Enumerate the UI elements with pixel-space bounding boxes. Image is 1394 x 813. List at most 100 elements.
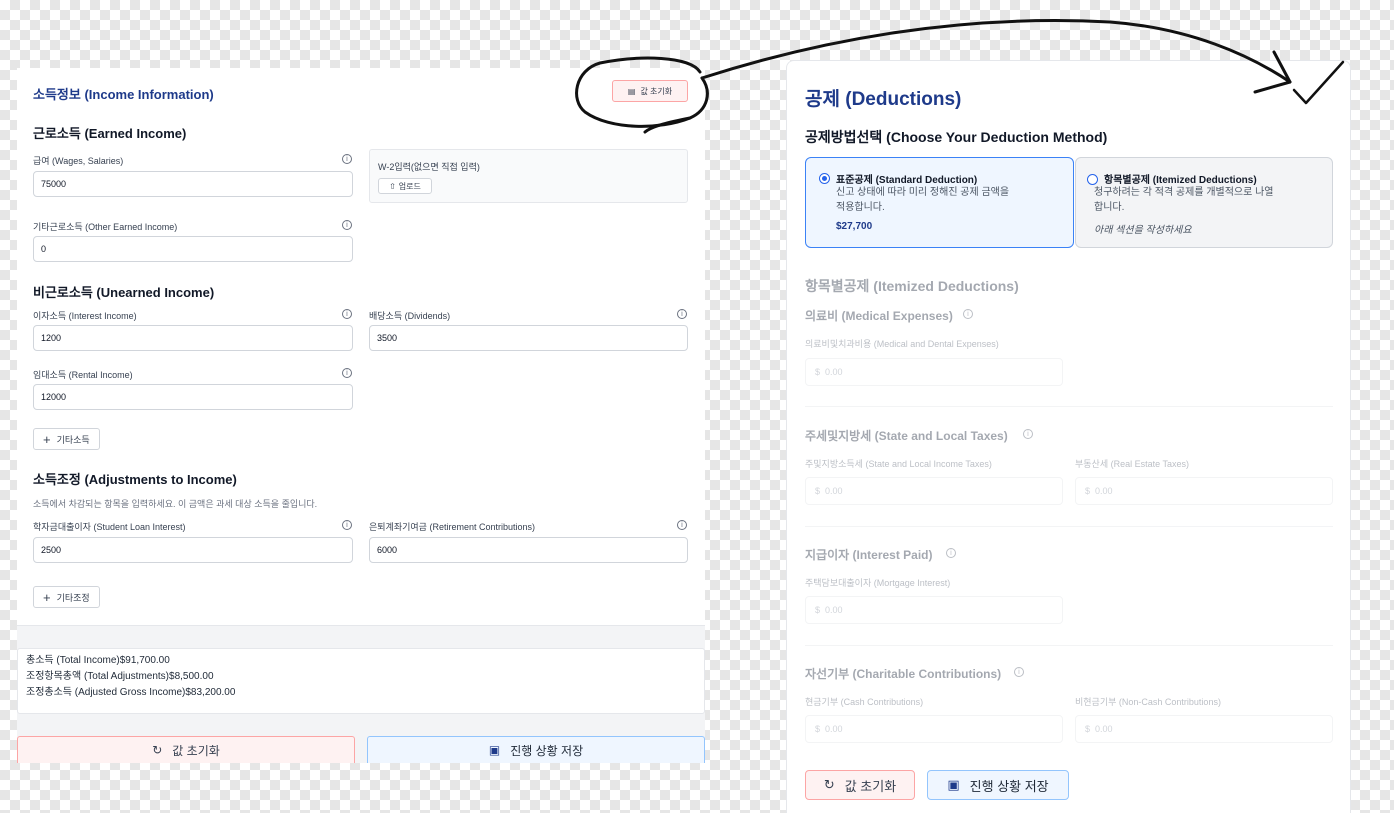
itemized-note: 아래 섹션을 작성하세요 (1094, 225, 1192, 236)
noncash-contributions-input[interactable]: $ 0.00 (1075, 715, 1333, 743)
deductions-save-button[interactable]: ▣ 진행 상황 저장 (927, 770, 1069, 800)
deductions-save-label: 진행 상황 저장 (969, 778, 1049, 794)
mortgage-interest-input[interactable]: $ 0.00 (805, 596, 1063, 624)
other-earned-label: 기타근로소득 (Other Earned Income) (33, 222, 178, 232)
income-card: 소득정보 (Income Information) ▤ 값 초기화 근로소득 (… (17, 68, 705, 626)
interest-label: 이자소득 (Interest Income) (33, 311, 137, 321)
info-icon[interactable]: i (1023, 429, 1033, 439)
retirement-input[interactable]: 6000 (369, 537, 688, 563)
income-section-title: 소득정보 (Income Information) (33, 87, 214, 102)
itemized-deduction-option[interactable]: 항목별공제 (Itemized Deductions) 청구하려는 각 적격 공… (1075, 157, 1333, 248)
w2-label: W-2입력(없으면 직접 입력) (378, 162, 480, 172)
currency-symbol: $ (815, 724, 821, 734)
unearned-income-title: 비근로소득 (Unearned Income) (33, 285, 215, 300)
deductions-reset-label: 값 초기화 (844, 778, 897, 794)
input-placeholder: 0.00 (825, 605, 843, 615)
real-estate-tax-label: 부동산세 (Real Estate Taxes) (1075, 459, 1189, 469)
student-loan-input[interactable]: 2500 (33, 537, 353, 563)
adjustments-description: 소득에서 차감되는 항목을 입력하세요. 이 금액은 과세 대상 소득을 줄입니… (33, 499, 318, 509)
info-icon[interactable]: i (946, 548, 956, 558)
income-panel: 소득정보 (Income Information) ▤ 값 초기화 근로소득 (… (17, 68, 705, 763)
rental-input[interactable]: 12000 (33, 384, 353, 410)
dividends-label: 배당소득 (Dividends) (369, 311, 451, 321)
reset-icon: ↻ (152, 743, 163, 757)
input-placeholder: 0.00 (1095, 486, 1113, 496)
medical-input[interactable]: $ 0.00 (805, 358, 1063, 386)
state-income-tax-label: 주및지방소득세 (State and Local Income Taxes) (805, 459, 992, 469)
deductions-panel: 공제 (Deductions) 공제방법선택 (Choose Your Dedu… (786, 60, 1351, 813)
income-summary: 총소득 (Total Income)$91,700.00 조정항목총액 (Tot… (17, 648, 705, 714)
info-icon[interactable]: i (677, 520, 687, 530)
save-progress-label: 진행 상황 저장 (510, 743, 584, 758)
student-loan-label: 학자금대출이자 (Student Loan Interest) (33, 522, 186, 532)
info-icon[interactable]: i (963, 309, 973, 319)
itemized-radio[interactable] (1087, 174, 1098, 185)
input-placeholder: 0.00 (825, 724, 843, 734)
interest-paid-title: 지급이자 (Interest Paid) (805, 548, 933, 562)
state-income-tax-input[interactable]: $ 0.00 (805, 477, 1063, 505)
standard-desc-line: 적용합니다. (836, 202, 885, 213)
standard-amount: $27,700 (836, 221, 873, 232)
reset-small-button[interactable]: ▤ 값 초기화 (612, 80, 688, 102)
deduction-method-title: 공제방법선택 (Choose Your Deduction Method) (805, 129, 1108, 145)
earned-income-title: 근로소득 (Earned Income) (33, 126, 187, 141)
reset-icon: ↻ (823, 777, 835, 793)
reset-label: 값 초기화 (172, 743, 220, 758)
deductions-reset-button[interactable]: ↻ 값 초기화 (805, 770, 915, 800)
info-icon[interactable]: i (677, 309, 687, 319)
standard-radio[interactable] (819, 173, 830, 184)
save-icon: ▣ (488, 743, 501, 757)
currency-symbol: $ (1085, 486, 1091, 496)
total-adjustments: 조정항목총액 (Total Adjustments)$8,500.00 (26, 671, 214, 682)
reset-button[interactable]: ↻ 값 초기화 (17, 736, 355, 763)
info-icon[interactable]: i (342, 309, 352, 319)
info-icon[interactable]: i (342, 220, 352, 230)
noncash-contributions-label: 비현금기부 (Non-Cash Contributions) (1075, 697, 1221, 707)
itemized-description: 청구하려는 각 적격 공제를 개별적으로 나열 합니다. (1094, 185, 1274, 215)
input-placeholder: 0.00 (825, 486, 843, 496)
adjusted-gross-income: 조정총소득 (Adjusted Gross Income)$83,200.00 (26, 687, 236, 698)
itemized-desc-line: 합니다. (1094, 202, 1125, 213)
plus-icon: + (43, 589, 51, 605)
info-icon[interactable]: i (1014, 667, 1024, 677)
add-other-income-label: 기타소득 (56, 434, 90, 445)
cash-contributions-label: 현금기부 (Cash Contributions) (805, 697, 924, 707)
document-icon: ▤ (627, 86, 636, 96)
save-progress-button[interactable]: ▣ 진행 상황 저장 (367, 736, 705, 763)
standard-description: 신고 상태에 따라 미리 정해진 공제 금액을 적용합니다. (836, 185, 1009, 215)
retirement-label: 은퇴계좌기여금 (Retirement Contributions) (369, 522, 535, 532)
standard-deduction-option[interactable]: 표준공제 (Standard Deduction) 신고 상태에 따라 미리 정… (805, 157, 1074, 248)
real-estate-tax-input[interactable]: $ 0.00 (1075, 477, 1333, 505)
itemized-desc-line: 청구하려는 각 적격 공제를 개별적으로 나열 (1094, 187, 1274, 198)
add-other-income-button[interactable]: + 기타소득 (33, 428, 100, 450)
itemized-section-title: 항목별공제 (Itemized Deductions) (805, 278, 1019, 294)
interest-input[interactable]: 1200 (33, 325, 353, 351)
dividends-input[interactable]: 3500 (369, 325, 688, 351)
itemized-title: 항목별공제 (Itemized Deductions) (1104, 175, 1257, 186)
other-earned-input[interactable]: 0 (33, 236, 353, 262)
upload-label: 업로드 (398, 181, 421, 191)
wages-label: 급여 (Wages, Salaries) (33, 156, 124, 166)
standard-desc-line: 신고 상태에 따라 미리 정해진 공제 금액을 (836, 187, 1010, 198)
medical-label: 의료비및치과비용 (Medical and Dental Expenses) (805, 339, 999, 349)
currency-symbol: $ (815, 486, 821, 496)
currency-symbol: $ (815, 605, 821, 615)
standard-title: 표준공제 (Standard Deduction) (836, 175, 978, 186)
adjustments-title: 소득조정 (Adjustments to Income) (33, 472, 237, 487)
currency-symbol: $ (1085, 724, 1091, 734)
cash-contributions-input[interactable]: $ 0.00 (805, 715, 1063, 743)
add-other-adjustment-button[interactable]: + 기타조정 (33, 586, 100, 608)
w2-upload-box: W-2입력(없으면 직접 입력) ⇧ 업로드 (369, 149, 688, 203)
currency-symbol: $ (815, 367, 821, 377)
rental-label: 임대소득 (Rental Income) (33, 370, 133, 380)
info-icon[interactable]: i (342, 520, 352, 530)
wages-input[interactable]: 75000 (33, 171, 353, 197)
divider (805, 645, 1333, 646)
save-icon: ▣ (947, 777, 960, 793)
salt-title: 주세및지방세 (State and Local Taxes) (805, 429, 1008, 443)
upload-button[interactable]: ⇧ 업로드 (378, 178, 432, 194)
info-icon[interactable]: i (342, 154, 352, 164)
reset-small-label: 값 초기화 (640, 86, 673, 96)
deductions-title: 공제 (Deductions) (805, 89, 962, 110)
info-icon[interactable]: i (342, 368, 352, 378)
